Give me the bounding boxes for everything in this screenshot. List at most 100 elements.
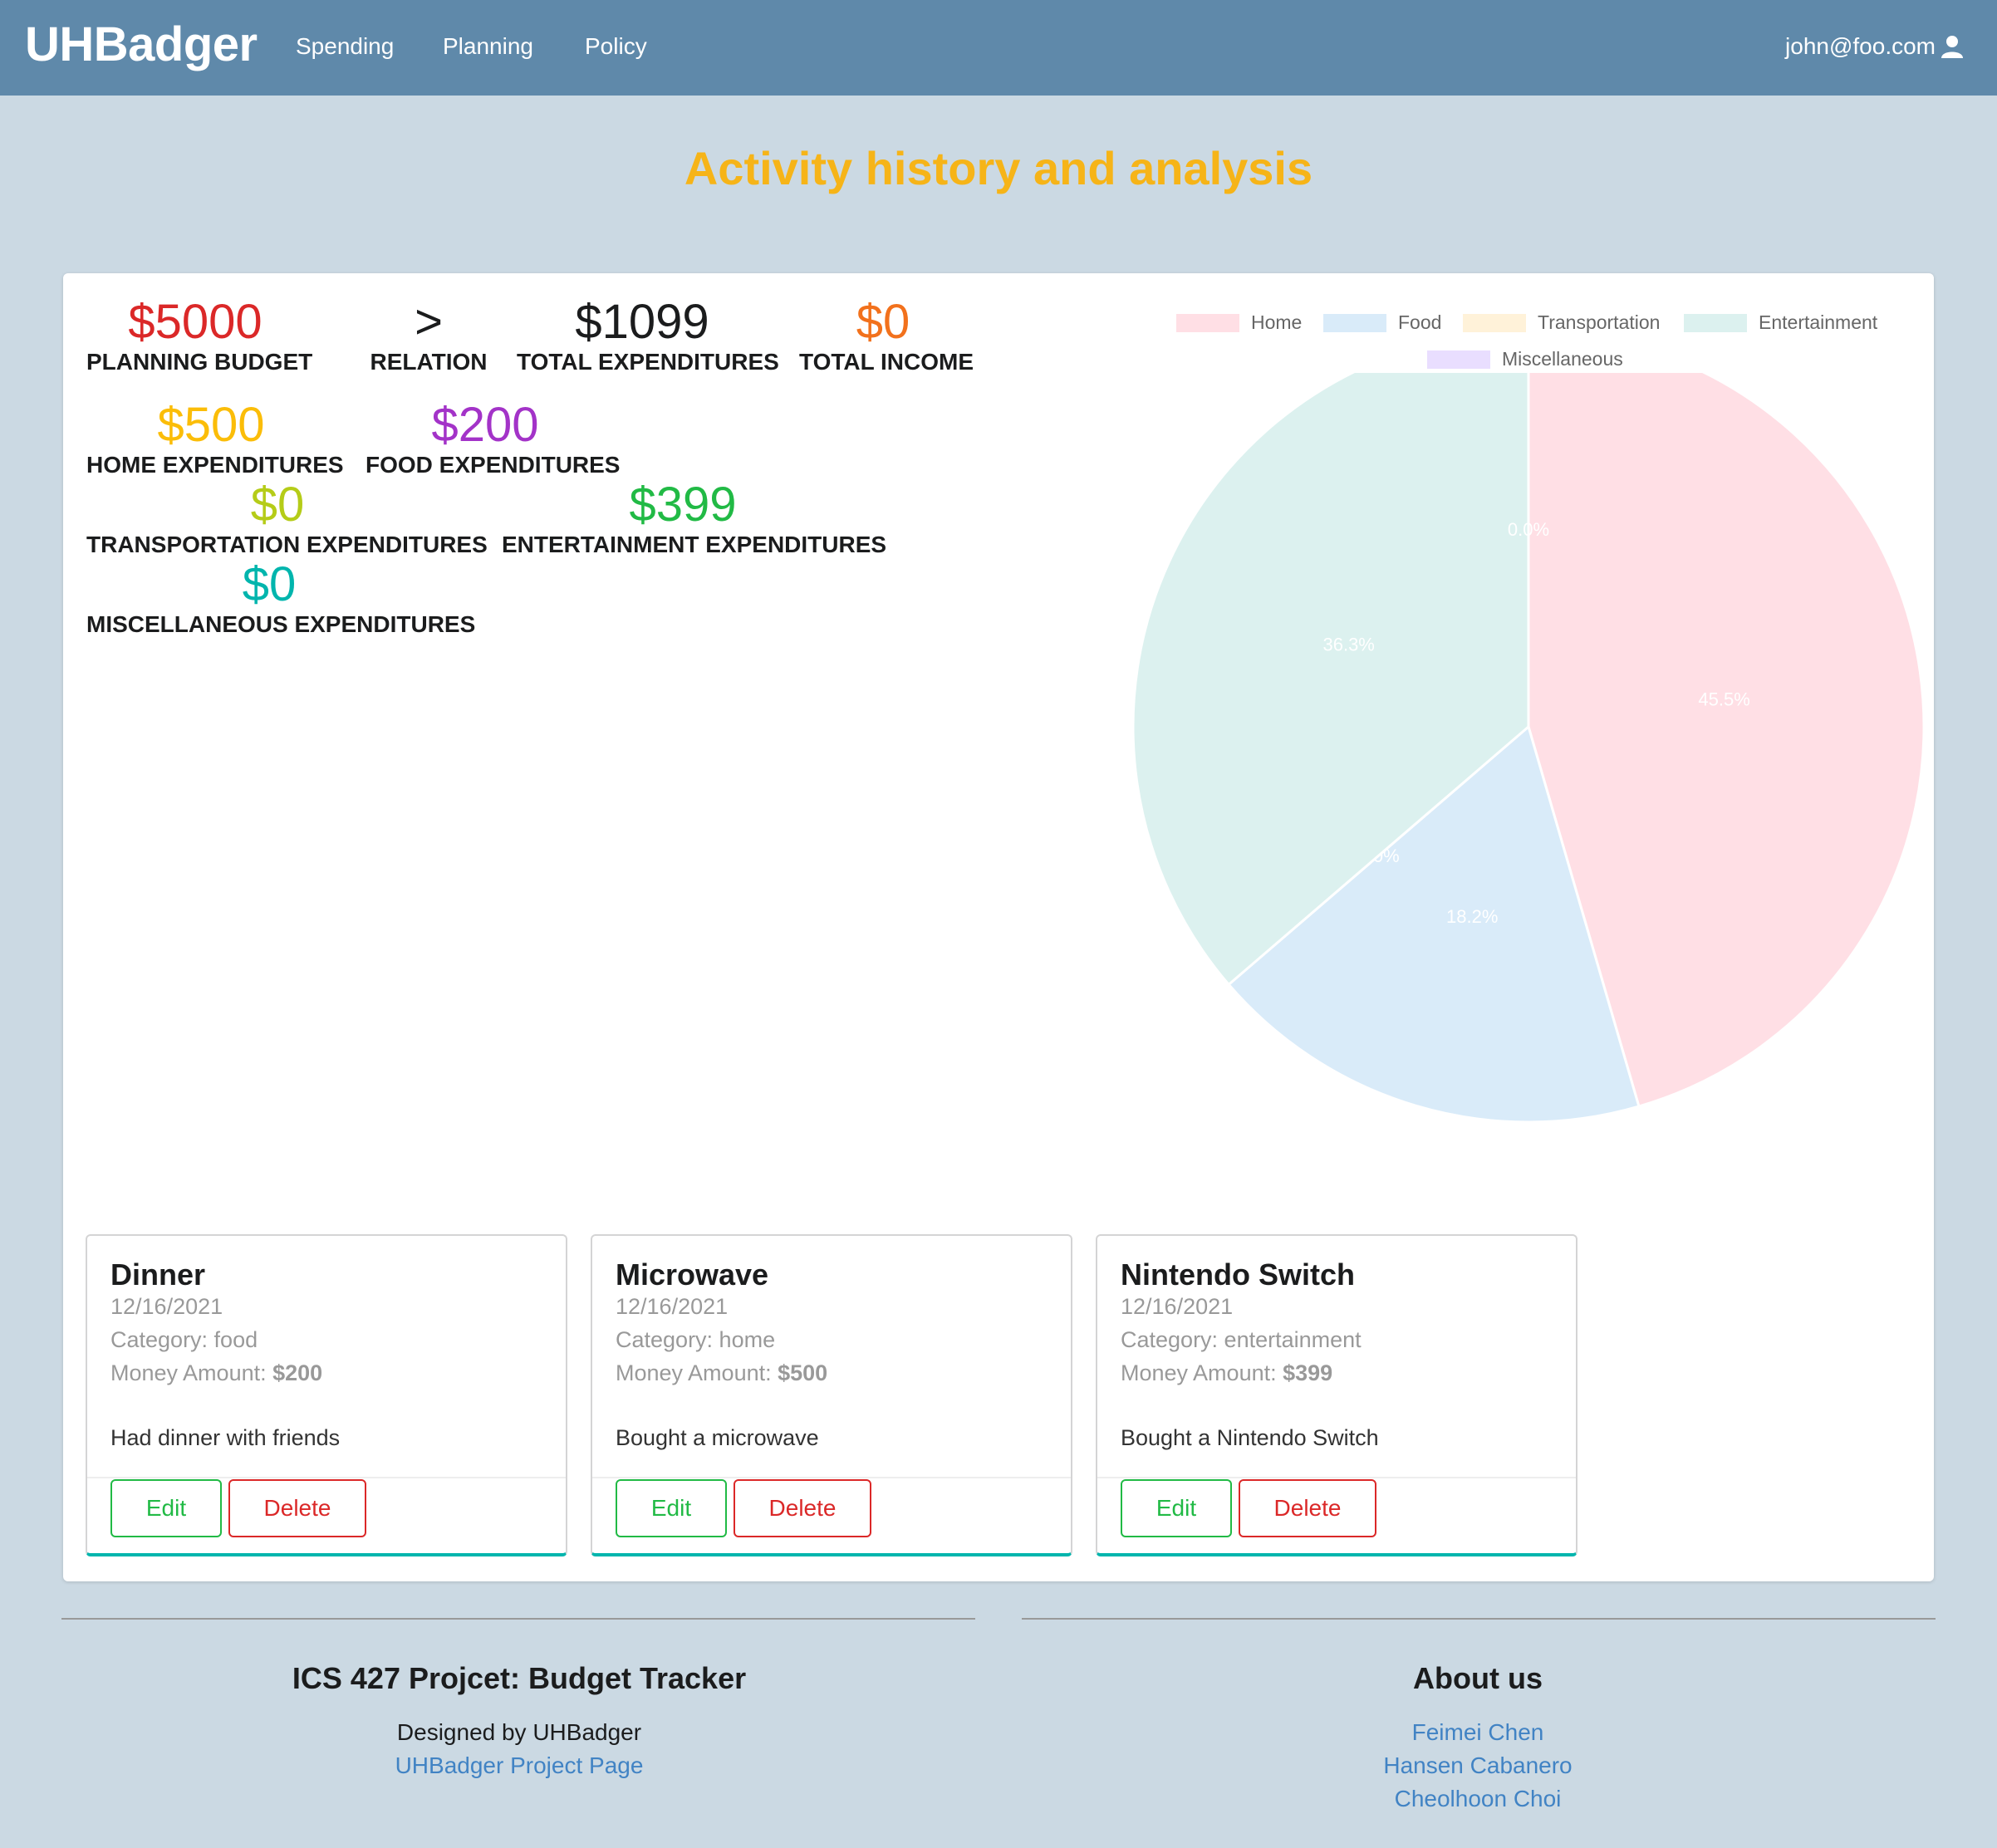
card-amount: Money Amount: $399 [1121, 1360, 1332, 1386]
stat-transportation: $0 TRANSPORTATION EXPENDITURES [86, 478, 488, 559]
stat-entertainment: $399 ENTERTAINMENT EXPENDITURES [502, 478, 887, 559]
user-email: john@foo.com [1785, 33, 1936, 59]
user-icon [1941, 36, 1963, 58]
card-title: Dinner [110, 1257, 206, 1292]
legend-item-transportation[interactable]: Transportation [1463, 311, 1660, 334]
edit-button[interactable]: Edit [1121, 1479, 1232, 1537]
card-description: Bought a Nintendo Switch [1121, 1425, 1379, 1450]
card-description: Bought a microwave [616, 1425, 819, 1450]
legend-label: Entertainment [1759, 311, 1878, 333]
card-amount: Money Amount: $200 [110, 1360, 322, 1386]
legend-item-food[interactable]: Food [1323, 311, 1441, 334]
nav-planning[interactable]: Planning [443, 33, 533, 60]
edit-button[interactable]: Edit [110, 1479, 222, 1537]
card-amount-value: $500 [778, 1360, 828, 1385]
total-expenditures-label: TOTAL EXPENDITURES [517, 349, 779, 375]
legend-item-home[interactable]: Home [1176, 311, 1302, 334]
stat-relation: > RELATION [362, 297, 495, 376]
food-label: FOOD EXPENDITURES [366, 452, 621, 478]
card-amount-label: Money Amount: [110, 1360, 267, 1385]
miscellaneous-label: MISCELLANEOUS EXPENDITURES [86, 611, 476, 637]
total-income-label: TOTAL INCOME [799, 349, 974, 375]
footer-designed-by: Designed by UHBadger [396, 1719, 642, 1745]
legend-item-entertainment[interactable]: Entertainment [1684, 311, 1877, 334]
home-label: HOME EXPENDITURES [86, 452, 344, 478]
footer-member-link[interactable]: Feimei Chen [1022, 1716, 1934, 1749]
card-title: Microwave [616, 1257, 769, 1292]
legend-swatch [1684, 313, 1747, 332]
expense-pie-chart: Home Food Transportation Entertainment Misce… [1093, 298, 1924, 1237]
pie-label-home: 45.5% [1698, 689, 1749, 709]
footer-project-link[interactable]: UHBadger Project Page [63, 1749, 975, 1782]
card-category: Category: home [616, 1327, 776, 1352]
card-amount-label: Money Amount: [1121, 1360, 1277, 1385]
pie-svg: 45.5%18.2%0.0%36.3%0.0% [1131, 373, 1924, 1124]
pie-label-miscellaneous: 0.0% [1508, 519, 1549, 540]
stat-food: $200 FOOD EXPENDITURES [366, 398, 621, 479]
legend-label: Food [1398, 311, 1442, 333]
pie-label-food: 18.2% [1446, 906, 1498, 927]
card-divider [1097, 1477, 1576, 1478]
nav-spending[interactable]: Spending [296, 33, 394, 60]
planning-budget-label: PLANNING BUDGET [86, 349, 313, 375]
stat-planning-budget: $5000 PLANNING BUDGET [86, 295, 313, 376]
home-value: $500 [157, 398, 265, 452]
card-amount-value: $399 [1283, 1360, 1333, 1385]
legend-label: Home [1251, 311, 1303, 333]
card-date: 12/16/2021 [1121, 1294, 1234, 1319]
brand-logo[interactable]: UHBadger [25, 17, 258, 72]
footer-member-link[interactable]: Cheolhoon Choi [1022, 1782, 1934, 1816]
legend-swatch [1176, 313, 1239, 332]
food-value: $200 [431, 398, 539, 452]
card-divider [592, 1477, 1071, 1478]
card-description: Had dinner with friends [110, 1425, 341, 1450]
pie-label-entertainment: 36.3% [1322, 635, 1374, 655]
stat-miscellaneous: $0 MISCELLANEOUS EXPENDITURES [86, 557, 476, 639]
legend-swatch [1427, 350, 1490, 369]
card-amount-label: Money Amount: [616, 1360, 772, 1385]
miscellaneous-value: $0 [242, 557, 297, 611]
stat-total-income: $0 TOTAL INCOME [799, 295, 974, 376]
relation-label: RELATION [370, 349, 488, 375]
footer-about-heading: About us [1413, 1661, 1543, 1695]
expense-card: Dinner 12/16/2021 Category: food Money A… [86, 1234, 567, 1556]
card-amount-value: $200 [272, 1360, 323, 1385]
card-date: 12/16/2021 [616, 1294, 729, 1319]
page-title: Activity history and analysis [684, 142, 1313, 194]
total-expenditures-value: $1099 [575, 295, 709, 349]
edit-button[interactable]: Edit [616, 1479, 727, 1537]
card-date: 12/16/2021 [110, 1294, 223, 1319]
relation-value: > [415, 295, 443, 349]
expense-card: Microwave 12/16/2021 Category: home Mone… [591, 1234, 1072, 1556]
stat-total-expenditures: $1099 TOTAL EXPENDITURES [517, 295, 779, 376]
planning-budget-value: $5000 [128, 295, 263, 349]
entertainment-value: $399 [629, 478, 737, 532]
footer-divider-left [61, 1618, 975, 1620]
legend-label: Transportation [1538, 311, 1661, 333]
legend-label: Miscellaneous [1502, 348, 1623, 370]
transportation-value: $0 [250, 478, 305, 532]
footer-member-link[interactable]: Hansen Cabanero [1022, 1749, 1934, 1782]
legend-swatch [1323, 313, 1386, 332]
card-amount: Money Amount: $500 [616, 1360, 827, 1386]
card-title: Nintendo Switch [1121, 1257, 1355, 1292]
transportation-label: TRANSPORTATION EXPENDITURES [86, 532, 488, 557]
delete-button[interactable]: Delete [1239, 1479, 1376, 1537]
entertainment-label: ENTERTAINMENT EXPENDITURES [502, 532, 887, 557]
expense-card: Nintendo Switch 12/16/2021 Category: ent… [1096, 1234, 1577, 1556]
analysis-panel: $5000 PLANNING BUDGET > RELATION $1099 T… [63, 273, 1934, 1581]
card-category: Category: entertainment [1121, 1327, 1362, 1352]
delete-button[interactable]: Delete [734, 1479, 871, 1537]
user-menu[interactable]: john@foo.com [1785, 33, 1964, 60]
footer-project: ICS 427 Projcet: Budget Tracker Designed… [63, 1661, 975, 1782]
footer-about: About us Feimei Chen Hansen Cabanero Che… [1022, 1661, 1934, 1816]
delete-button[interactable]: Delete [228, 1479, 366, 1537]
footer-project-heading: ICS 427 Projcet: Budget Tracker [292, 1661, 747, 1695]
navbar: UHBadger Spending Planning Policy john@f… [0, 0, 1997, 96]
card-divider [87, 1477, 566, 1478]
card-category: Category: food [110, 1327, 258, 1352]
total-income-value: $0 [856, 295, 910, 349]
legend-item-miscellaneous[interactable]: Miscellaneous [1427, 348, 1623, 370]
nav-policy[interactable]: Policy [585, 33, 647, 60]
footer-divider-right [1022, 1618, 1936, 1620]
